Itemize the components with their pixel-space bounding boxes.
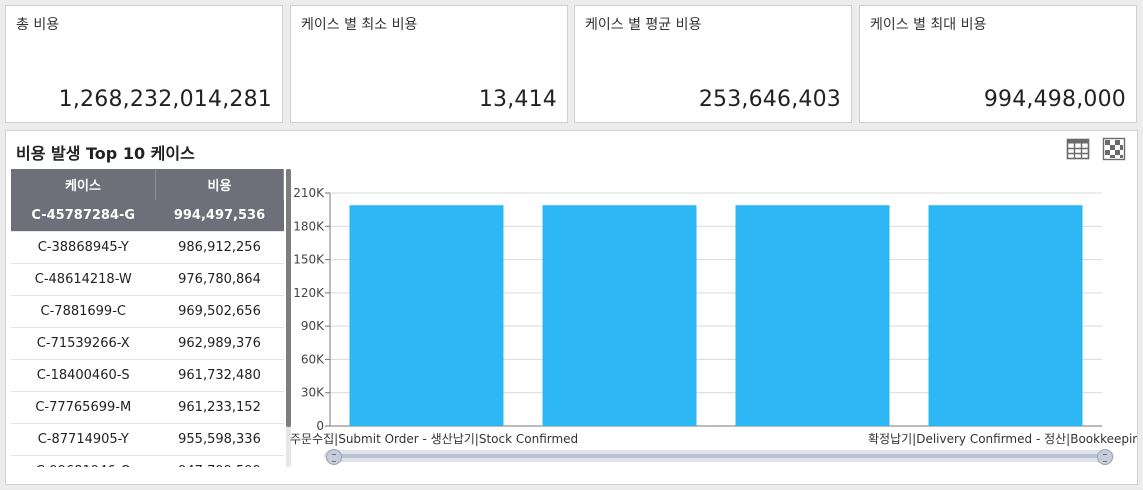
y-tick-label: 210K — [293, 186, 325, 200]
kpi-card-total: 총 비용 1,268,232,014,281 — [5, 5, 283, 123]
kpi-value: 253,646,403 — [698, 87, 841, 112]
y-tick-label: 90K — [301, 319, 325, 333]
bar-chart: 0 30K 60K 90K 120K 150K 180K 210K 주문수집|Submit Or… — [290, 186, 1137, 446]
kpi-value: 1,268,232,014,281 — [58, 87, 272, 112]
kpi-value: 13,414 — [478, 87, 557, 112]
kpi-title: 케이스 별 최대 비용 — [870, 17, 987, 33]
kpi-title: 케이스 별 최소 비용 — [301, 17, 418, 33]
range-end-handle[interactable] — [1097, 449, 1113, 465]
x-category-label: 주문수집|Submit Order - 생산납기|Stock Confirmed — [290, 432, 578, 446]
kpi-card-max: 케이스 별 최대 비용 994,498,000 — [859, 5, 1137, 123]
kpi-card-min: 케이스 별 최소 비용 13,414 — [290, 5, 568, 123]
y-tick-label: 150K — [293, 253, 325, 267]
bar — [542, 205, 697, 426]
bar — [928, 205, 1083, 426]
y-tick-label: 0 — [316, 419, 324, 433]
top10-panel: 비용 발생 Top 10 케이스 케이스 비용 C-45787284-G 994… — [5, 130, 1138, 485]
kpi-title: 케이스 별 평균 비용 — [585, 17, 702, 33]
range-start-handle[interactable] — [326, 449, 342, 465]
y-tick-label: 30K — [301, 386, 325, 400]
kpi-title: 총 비용 — [16, 17, 60, 33]
kpi-value: 994,498,000 — [983, 87, 1126, 112]
bar — [349, 205, 504, 426]
y-tick-label: 180K — [293, 219, 325, 233]
y-tick-label: 120K — [293, 286, 325, 300]
chart-range-selection[interactable] — [334, 454, 1104, 458]
bar — [735, 205, 890, 426]
kpi-card-avg: 케이스 별 평균 비용 253,646,403 — [574, 5, 852, 123]
x-category-label: 확정납기|Delivery Confirmed - 정산|Bookkeeping — [868, 432, 1137, 446]
y-tick-label: 60K — [301, 352, 325, 366]
